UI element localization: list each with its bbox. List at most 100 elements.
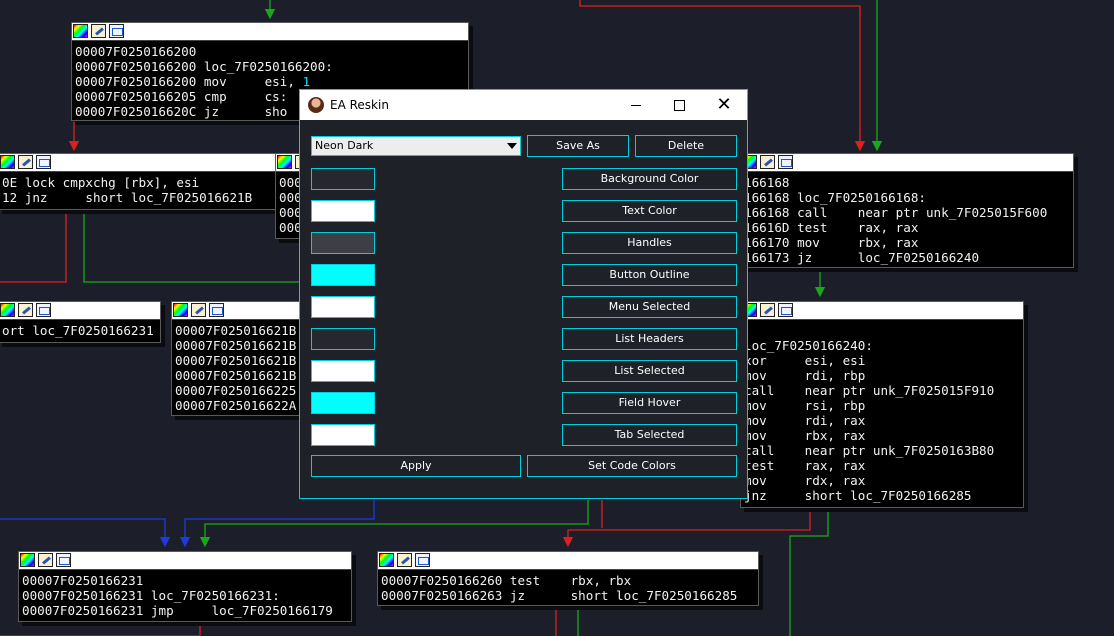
graph-node-left-lower[interactable]: ort loc_7F0250166231 [0,301,161,343]
graph-view-icon[interactable] [36,155,51,169]
asm-line[interactable]: 00007F0250166200 [75,44,465,59]
delete-button[interactable]: Delete [635,135,737,157]
edit-color-icon[interactable] [38,553,53,567]
asm-line[interactable]: 166170 mov rbx, rax [744,235,1070,250]
asm-line[interactable]: 166168 call near ptr unk_7F025015F600 [744,205,1070,220]
color-palette-icon[interactable] [173,303,188,317]
color-setting-button[interactable]: List Selected [562,360,737,382]
color-swatch[interactable] [311,392,375,414]
node-title-bar[interactable] [72,23,468,41]
color-swatch[interactable] [311,328,375,350]
maximize-button[interactable] [656,90,702,120]
asm-line[interactable]: 00007F025016621B [175,323,309,338]
asm-line[interactable]: 16616D test rax, rax [744,220,1070,235]
color-palette-icon[interactable] [379,553,394,567]
color-setting-button[interactable]: List Headers [562,328,737,350]
graph-node-bottom-left[interactable]: 00007F0250166231 00007F0250166231 loc_7F0… [18,551,352,622]
color-palette-icon[interactable] [277,155,292,169]
edit-color-icon[interactable] [91,24,106,38]
asm-line[interactable]: mov rdi, rbp [744,368,1020,383]
save-as-button[interactable]: Save As [527,135,629,157]
color-setting-button[interactable]: Background Color [562,168,737,190]
asm-line[interactable]: 00007F025016621B [175,338,309,353]
asm-line[interactable]: 00007F025016621B [175,368,309,383]
asm-line[interactable]: 00007F0250166260 test rbx, rbx [381,573,755,588]
color-setting-button[interactable]: Field Hover [562,392,737,414]
asm-line[interactable]: xor esi, esi [744,353,1020,368]
graph-node-left-mid[interactable]: 0E lock cmpxchg [rbx], esi 12 jnz short l… [0,153,296,210]
asm-line[interactable]: 0E lock cmpxchg [rbx], esi [2,175,292,190]
apply-button[interactable]: Apply [311,455,521,477]
asm-line[interactable]: 00007F0250166225 [175,383,309,398]
graph-view-icon[interactable] [36,303,51,317]
graph-node-center-lower[interactable]: 00007F025016621B 00007F025016621B 00007F02… [171,301,313,416]
color-setting-button[interactable]: Tab Selected [562,424,737,446]
node-title-bar[interactable] [741,302,1023,320]
asm-line[interactable]: 00007F025016621B [175,353,309,368]
node-title-bar[interactable] [19,552,351,570]
graph-node-right-big[interactable]: loc_7F0250166240: xor esi, esi mov rdi, rb… [740,301,1024,508]
node-title-bar[interactable] [378,552,758,570]
asm-line[interactable]: 12 jnz short loc_7F025016621B [2,190,292,205]
color-swatch[interactable] [311,264,375,286]
asm-line[interactable]: 00007F0250166263 jz short loc_7F02501662… [381,588,755,603]
asm-line[interactable]: 00007F0250166231 [22,573,348,588]
color-palette-icon[interactable] [20,553,35,567]
graph-view-icon[interactable] [109,24,124,38]
edit-color-icon[interactable] [18,303,33,317]
asm-line[interactable]: 166168 loc_7F0250166168: [744,190,1070,205]
edit-color-icon[interactable] [760,303,775,317]
asm-line[interactable]: ort loc_7F0250166231 [2,323,157,338]
graph-view-icon[interactable] [778,303,793,317]
color-swatch[interactable] [311,296,375,318]
asm-line[interactable]: loc_7F0250166240: [744,338,1020,353]
color-setting-button[interactable]: Handles [562,232,737,254]
asm-line[interactable]: 00007F0250166231 jmp loc_7F0250166179 [22,603,348,618]
close-button[interactable]: ✕ [701,90,747,120]
color-swatch[interactable] [311,200,375,222]
asm-line[interactable] [744,323,1020,338]
graph-view-icon[interactable] [209,303,224,317]
color-swatch[interactable] [311,232,375,254]
edit-color-icon[interactable] [18,155,33,169]
asm-line[interactable]: mov rbx, rax [744,428,1020,443]
asm-line[interactable]: mov rsi, rbp [744,398,1020,413]
graph-view-icon[interactable] [56,553,71,567]
asm-line[interactable]: mov rdi, rax [744,413,1020,428]
edit-color-icon[interactable] [760,155,775,169]
graph-view-icon[interactable] [778,155,793,169]
color-setting-button[interactable]: Menu Selected [562,296,737,318]
set-code-colors-button[interactable]: Set Code Colors [527,455,737,477]
asm-line[interactable]: mov rdx, rax [744,473,1020,488]
color-swatch[interactable] [311,424,375,446]
color-swatch[interactable] [311,360,375,382]
graph-node-bottom-mid[interactable]: 00007F0250166260 test rbx, rbx 00007F0250… [377,551,759,606]
dialog-titlebar[interactable]: EA Reskin ✕ [300,90,747,120]
minimize-button[interactable] [613,90,659,120]
color-swatch[interactable] [311,168,375,190]
edit-color-icon[interactable] [397,553,412,567]
edit-color-icon[interactable] [191,303,206,317]
asm-line[interactable]: test rax, rax [744,458,1020,473]
graph-view-icon[interactable] [415,553,430,567]
asm-line[interactable]: 00007F025016622A [175,398,309,413]
color-palette-icon[interactable] [0,303,15,317]
asm-line[interactable]: 00007F0250166200 mov esi, 1 [75,74,465,89]
asm-line[interactable]: 166173 jz loc_7F0250166240 [744,250,1070,265]
node-title-bar[interactable] [741,154,1073,172]
asm-line[interactable]: 166168 [744,175,1070,190]
theme-select[interactable]: Neon Dark [311,136,521,156]
asm-line[interactable]: call near ptr unk_7F0250163B80 [744,443,1020,458]
color-palette-icon[interactable] [0,155,15,169]
node-title-bar[interactable] [172,302,312,320]
node-title-bar[interactable] [0,302,160,320]
asm-line[interactable]: call near ptr unk_7F025015F910 [744,383,1020,398]
asm-line[interactable]: jnz short loc_7F0250166285 [744,488,1020,503]
color-setting-button[interactable]: Text Color [562,200,737,222]
node-title-bar[interactable] [0,154,295,172]
color-palette-icon[interactable] [73,24,88,38]
color-setting-button[interactable]: Button Outline [562,264,737,286]
asm-line[interactable]: 00007F0250166200 loc_7F0250166200: [75,59,465,74]
asm-line[interactable]: 00007F0250166231 loc_7F0250166231: [22,588,348,603]
graph-node-right-top[interactable]: 166168 166168 loc_7F0250166168: 166168 cal… [740,153,1074,268]
